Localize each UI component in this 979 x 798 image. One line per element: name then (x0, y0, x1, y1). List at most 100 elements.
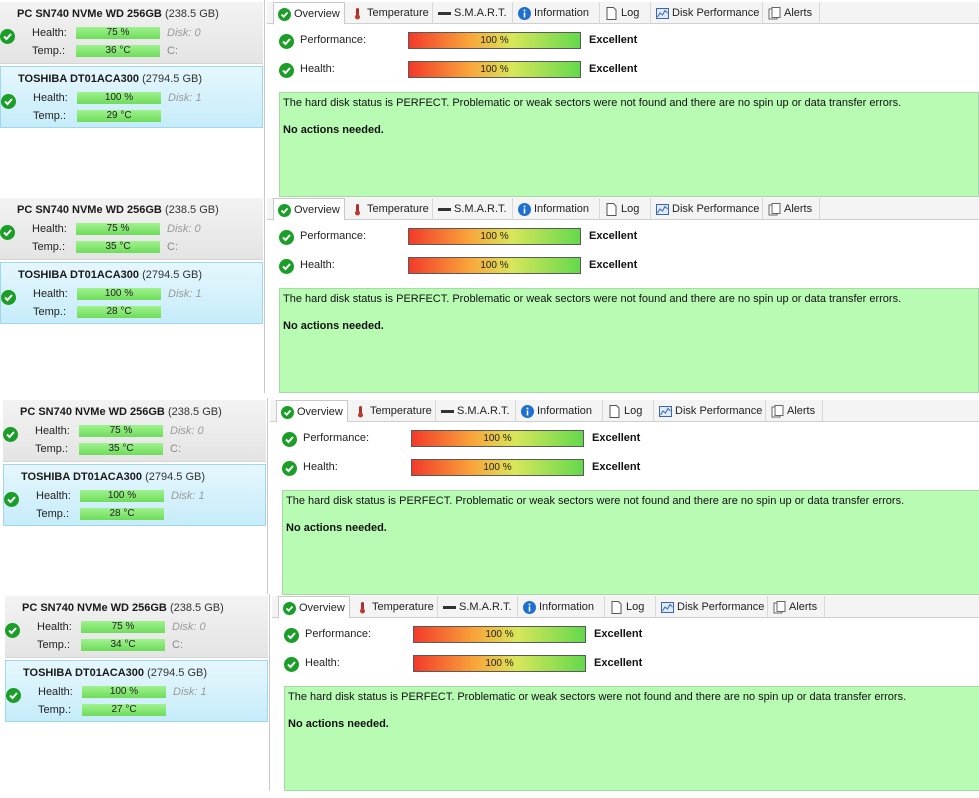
check-circle-icon (0, 29, 15, 44)
disk-size: (238.5 GB) (169, 602, 224, 614)
health-grade: Excellent (589, 259, 638, 271)
tab-disk-performance[interactable]: Disk Performance (657, 596, 768, 618)
temp-label: Temp.: (32, 45, 66, 57)
health-grade: Excellent (594, 657, 643, 669)
check-circle-icon (278, 7, 291, 21)
disk-index: Disk: 1 (168, 288, 202, 300)
temp-bar: 36 °C (76, 45, 160, 57)
performance-grade: Excellent (589, 230, 638, 242)
disk-name: PC SN740 NVMe WD 256GB (20, 406, 165, 418)
check-circle-icon (0, 225, 15, 240)
tab-disk-performance[interactable]: Disk Performance (652, 2, 763, 24)
disk-size: (2794.5 GB) (147, 667, 208, 679)
disk-name: PC SN740 NVMe WD 256GB (17, 204, 162, 216)
performance-label: Performance: (305, 628, 372, 640)
disk-name: TOSHIBA DT01ACA300 (23, 667, 145, 679)
disk-size: (238.5 GB) (164, 8, 219, 20)
log-icon (608, 404, 621, 418)
health-label: Health: (32, 27, 67, 39)
check-circle-icon (279, 63, 294, 78)
overview-content: Performance: 100 % Excellent Health: 100… (280, 422, 979, 595)
tab-alerts[interactable]: Alerts (767, 400, 823, 422)
health-bar: 75 % (76, 27, 160, 39)
detail-area: Overview Temperature S.M.A.R.T. Informat… (270, 398, 979, 595)
disk-performance-icon (661, 600, 674, 613)
tab-smart[interactable]: S.M.A.R.T. (434, 198, 513, 220)
tab-alerts[interactable]: Alerts (769, 596, 825, 618)
tab-information[interactable]: Information (517, 400, 603, 422)
temp-label: Temp.: (32, 241, 66, 253)
hdsentinel-panel: PC SN740 NVMe WD 256GB (238.5 GB) Health… (3, 398, 979, 595)
tab-overview[interactable]: Overview (278, 596, 350, 619)
temp-bar: 35 °C (79, 443, 163, 455)
tab-temperature[interactable]: Temperature (352, 596, 438, 618)
thermometer-icon (351, 202, 364, 216)
tab-log[interactable]: Log (606, 596, 656, 618)
tab-information[interactable]: Information (514, 198, 600, 220)
tab-information[interactable]: Information (514, 2, 600, 24)
disk-list: PC SN740 NVMe WD 256GB (238.5 GB) Health… (0, 196, 265, 393)
disk-index: Disk: 1 (171, 490, 205, 502)
check-circle-icon (279, 230, 294, 245)
performance-gauge: 100 % (408, 228, 581, 245)
disk-item[interactable]: PC SN740 NVMe WD 256GB (238.5 GB) Health… (5, 596, 268, 658)
disk-item[interactable]: PC SN740 NVMe WD 256GB (238.5 GB) Health… (3, 400, 266, 462)
disk-item-selected[interactable]: TOSHIBA DT01ACA300 (2794.5 GB) Health: 1… (0, 66, 263, 128)
tab-bar: Overview Temperature S.M.A.R.T. Informat… (272, 596, 979, 619)
actions-needed: No actions needed. (283, 320, 384, 332)
info-icon (521, 404, 534, 418)
info-icon (518, 6, 531, 20)
check-circle-icon (281, 405, 294, 419)
performance-gauge: 100 % (408, 32, 581, 49)
disk-item-selected[interactable]: TOSHIBA DT01ACA300 (2794.5 GB) Health: 1… (5, 660, 268, 722)
performance-label: Performance: (300, 230, 367, 242)
tab-overview[interactable]: Overview (273, 198, 345, 221)
disk-item[interactable]: PC SN740 NVMe WD 256GB (238.5 GB) Health… (0, 2, 263, 64)
overview-content: Performance: 100 % Excellent Health: 100… (277, 220, 979, 393)
disk-item-selected[interactable]: TOSHIBA DT01ACA300 (2794.5 GB) Health: 1… (0, 262, 263, 324)
tab-smart[interactable]: S.M.A.R.T. (437, 400, 516, 422)
check-circle-icon (282, 461, 297, 476)
tab-disk-performance[interactable]: Disk Performance (655, 400, 766, 422)
tab-information[interactable]: Information (519, 596, 605, 618)
tab-smart[interactable]: S.M.A.R.T. (434, 2, 513, 24)
tab-temperature[interactable]: Temperature (347, 198, 433, 220)
info-icon (523, 600, 536, 614)
disk-index: Disk: 1 (168, 92, 202, 104)
tab-alerts[interactable]: Alerts (764, 198, 820, 220)
tab-log[interactable]: Log (601, 2, 651, 24)
tab-disk-performance[interactable]: Disk Performance (652, 198, 763, 220)
tab-temperature[interactable]: Temperature (347, 2, 433, 24)
detail-area: Overview Temperature S.M.A.R.T. Informat… (272, 594, 979, 791)
hdsentinel-panel: PC SN740 NVMe WD 256GB (238.5 GB) Health… (5, 594, 979, 791)
status-message: The hard disk status is PERFECT. Problem… (286, 495, 905, 507)
temp-bar: 28 °C (77, 306, 161, 318)
check-circle-icon (283, 601, 296, 615)
health-bar: 75 % (79, 425, 163, 437)
disk-performance-icon (656, 202, 669, 215)
disk-item[interactable]: PC SN740 NVMe WD 256GB (238.5 GB) Health… (0, 198, 263, 260)
performance-gauge: 100 % (413, 626, 586, 643)
tab-temperature[interactable]: Temperature (350, 400, 436, 422)
tab-log[interactable]: Log (601, 198, 651, 220)
alerts-icon (768, 6, 781, 20)
check-circle-icon (4, 492, 19, 507)
tab-overview[interactable]: Overview (273, 2, 345, 25)
health-bar: 100 % (82, 686, 166, 698)
tab-log[interactable]: Log (604, 400, 654, 422)
tab-smart[interactable]: S.M.A.R.T. (439, 596, 518, 618)
hdsentinel-panel: PC SN740 NVMe WD 256GB (238.5 GB) Health… (0, 0, 979, 197)
temp-label: Temp.: (33, 306, 67, 318)
disk-item-selected[interactable]: TOSHIBA DT01ACA300 (2794.5 GB) Health: 1… (3, 464, 266, 526)
check-circle-icon (1, 290, 16, 305)
tab-overview[interactable]: Overview (276, 400, 348, 423)
thermometer-icon (356, 600, 369, 614)
tab-alerts[interactable]: Alerts (764, 2, 820, 24)
disk-performance-icon (659, 404, 672, 417)
detail-area: Overview Temperature S.M.A.R.T. Informat… (267, 196, 979, 393)
drive-letter: C: (167, 241, 178, 253)
tab-bar: Overview Temperature S.M.A.R.T. Informat… (267, 2, 979, 25)
temp-bar: 35 °C (76, 241, 160, 253)
check-circle-icon (279, 34, 294, 49)
health-label: Health: (303, 461, 338, 473)
